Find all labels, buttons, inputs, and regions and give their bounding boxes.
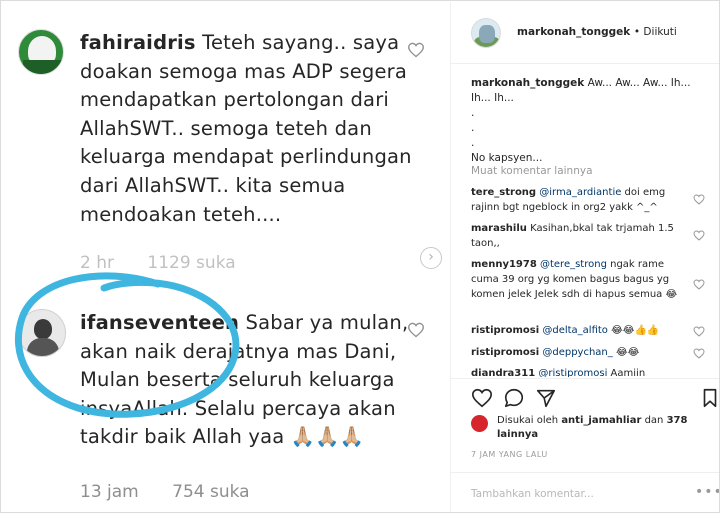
post-media: fahiraidris Teteh sayang.. saya doakan s… xyxy=(2,2,450,512)
list-item-comment: marashilu Kasihan,bkal tak trjamah 1.5 t… xyxy=(471,221,693,251)
comment-username[interactable]: ristipromosi xyxy=(471,325,539,336)
media-comment-2-meta: 13 jam 754 suka xyxy=(80,482,278,502)
share-icon[interactable] xyxy=(535,387,557,409)
commenter-avatar-fahiraidris xyxy=(18,29,64,75)
comment-input[interactable]: Tambahkan komentar... xyxy=(471,488,594,500)
post-header: markonah_tonggek • Diikuti xyxy=(451,2,719,64)
liked-by-prefix: Disukai oleh xyxy=(497,415,559,426)
comment-username[interactable]: diandra311 xyxy=(471,368,535,377)
caption-dot: . xyxy=(471,137,475,149)
bookmark-icon[interactable] xyxy=(699,387,720,409)
instagram-post-window: fahiraidris Teteh sayang.. saya doakan s… xyxy=(0,0,720,513)
comment-username[interactable]: tere_strong xyxy=(471,187,536,198)
liked-by-mid: dan xyxy=(641,415,664,426)
comment-mention[interactable]: @irma_ardiantie xyxy=(539,187,621,198)
comment-mention[interactable]: @deppychan_ xyxy=(542,347,612,358)
post-timestamp[interactable]: 7 JAM YANG LALU xyxy=(471,450,548,459)
comment-username[interactable]: marashilu xyxy=(471,223,527,234)
like-heart-icon[interactable] xyxy=(471,387,493,409)
comment-username[interactable]: menny1978 xyxy=(471,259,537,270)
comment-like-heart-icon[interactable] xyxy=(693,348,705,359)
media-comment-1-username: fahiraidris xyxy=(80,31,196,54)
next-arrow-icon[interactable]: › xyxy=(420,247,442,269)
post-caption: markonah_tonggek Aw... Aw... Aw... Ih...… xyxy=(471,76,711,166)
list-item-comment: tere_strong @irma_ardiantie doi emg raji… xyxy=(471,185,693,215)
media-comment-2-time: 13 jam xyxy=(80,482,139,502)
comment-like-heart-icon[interactable] xyxy=(693,194,705,205)
media-comment-1-text: Teteh sayang.. saya doakan semoga mas AD… xyxy=(80,31,412,226)
comment-mention[interactable]: @delta_alfito xyxy=(542,325,608,336)
comment-text: 😂😂 xyxy=(612,347,640,358)
media-comment-1: fahiraidris Teteh sayang.. saya doakan s… xyxy=(80,29,430,229)
comment-icon[interactable] xyxy=(503,387,525,409)
highlight-circle-annotation xyxy=(15,272,240,418)
add-comment-bar: Tambahkan komentar... ••• xyxy=(451,472,719,512)
poster-username-link[interactable]: markonah_tonggek xyxy=(517,26,630,38)
list-item-comment: ristipromosi @deppychan_ 😂😂 xyxy=(471,345,693,360)
liker-avatar[interactable] xyxy=(471,415,488,432)
post-side-panel: markonah_tonggek • Diikuti markonah_tong… xyxy=(450,2,720,512)
list-item-comment: diandra311 @ristipromosi Aamiin xyxy=(471,366,693,377)
comment-like-heart-icon[interactable] xyxy=(693,230,705,241)
poster-avatar[interactable] xyxy=(471,18,501,48)
comment-like-heart-icon[interactable] xyxy=(693,279,705,290)
media-comment-2-likes: 754 suka xyxy=(172,482,250,502)
comment-mention[interactable]: @tere_strong xyxy=(540,259,607,270)
comment-text: Aamiin xyxy=(607,368,646,377)
heart-icon xyxy=(408,42,424,58)
liked-by-summary: Disukai oleh anti_jamahliar dan 378 lain… xyxy=(497,414,707,442)
caption-tail: No kapsyen... xyxy=(471,152,543,164)
caption-username[interactable]: markonah_tonggek xyxy=(471,77,584,89)
comment-like-heart-icon[interactable] xyxy=(693,326,705,337)
list-item-comment: ristipromosi @delta_alfito 😂😂👍👍 xyxy=(471,323,693,338)
follow-status[interactable]: • Diikuti xyxy=(634,26,677,38)
poster-username: markonah_tonggek • Diikuti xyxy=(517,26,677,38)
liked-by-user[interactable]: anti_jamahliar xyxy=(561,415,641,426)
list-item-comment: menny1978 @tere_strong ngak rame cuma 39… xyxy=(471,257,693,302)
comment-username[interactable]: ristipromosi xyxy=(471,347,539,358)
heart-icon xyxy=(408,322,424,338)
caption-dot: . xyxy=(471,122,475,134)
comment-text: 😂😂👍👍 xyxy=(607,325,660,336)
more-options-icon[interactable]: ••• xyxy=(695,484,719,500)
caption-dot: . xyxy=(471,107,475,119)
load-more-comments-link[interactable]: Muat komentar lainnya xyxy=(471,165,593,177)
comment-mention[interactable]: @ristipromosi xyxy=(538,368,607,377)
